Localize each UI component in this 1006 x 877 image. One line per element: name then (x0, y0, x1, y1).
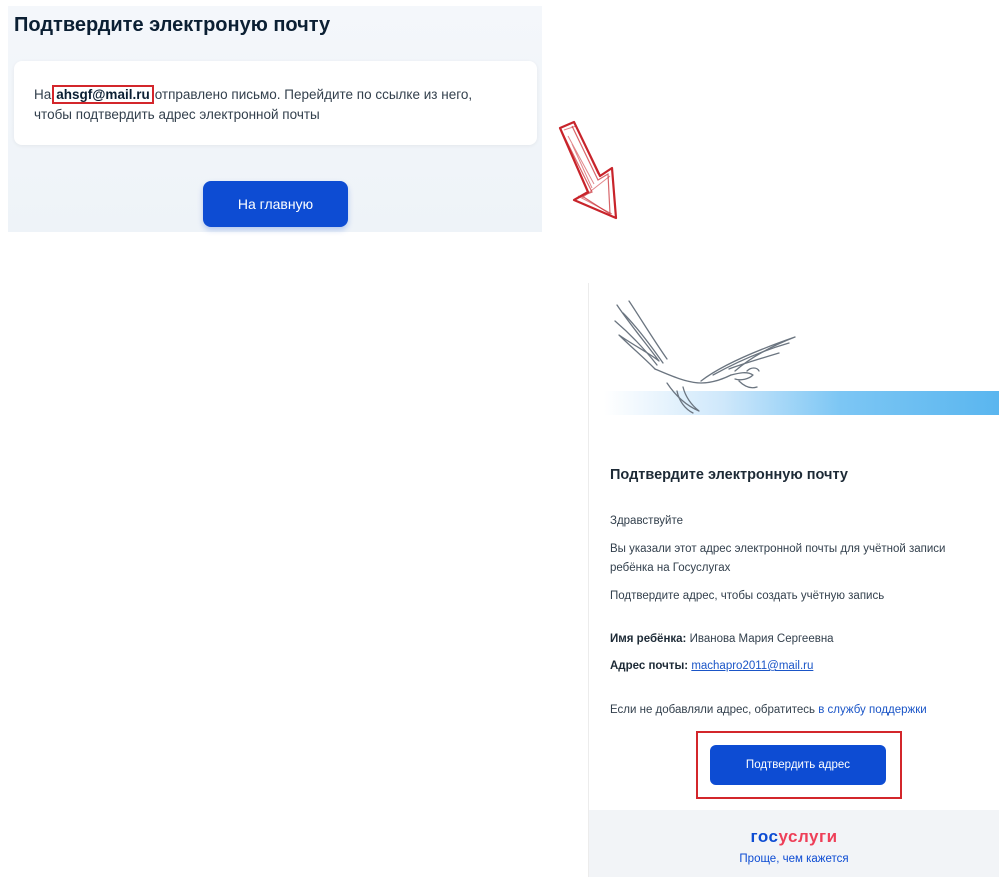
body-line-1: Вы указали этот адрес электронной почты … (610, 543, 946, 555)
confirm-page-screenshot: Подтвердите электроную почту На ahsgf@mai… (8, 6, 542, 232)
confirmation-message-card: На ahsgf@mail.ru отправлено письмо. Перейд… (14, 61, 537, 145)
message-prefix: На (34, 87, 52, 102)
child-name-label: Имя ребёнка: (610, 633, 687, 645)
email-screenshot: Подтвердите электронную почту Здравствуй… (588, 283, 999, 877)
message-line-2: чтобы подтвердить адрес электронной почт… (34, 107, 320, 122)
email-title: Подтвердите электронную почту (610, 467, 848, 483)
slogan-text: Проще, чем кажется (739, 853, 849, 865)
gosuslugi-logo: госуслуги (589, 827, 999, 847)
highlighted-email: ahsgf@mail.ru (52, 85, 154, 104)
email-address-label: Адрес почты: (610, 660, 689, 672)
red-arrow-icon (558, 120, 618, 220)
body-line-2: ребёнка на Госуслугах (610, 562, 731, 574)
dove-illustration (614, 300, 796, 414)
greeting-text: Здравствуйте (610, 515, 684, 527)
body-line-3: Подтвердите адрес, чтобы создать учётную… (610, 590, 885, 602)
support-link[interactable]: в службу поддержки (818, 704, 926, 716)
email-address-row: Адрес почты: machapro2011@mail.ru (610, 660, 813, 672)
logo-part-uslugi: услуги (778, 827, 838, 846)
message-line-1: На ahsgf@mail.ru отправлено письмо. Перейд… (34, 85, 472, 104)
confirm-address-button[interactable]: Подтвердить адрес (710, 745, 886, 785)
email-address-link[interactable]: machapro2011@mail.ru (691, 660, 813, 672)
home-button[interactable]: На главную (203, 181, 348, 227)
email-footer: госуслуги Проще, чем кажется (589, 810, 999, 877)
child-name-row: Имя ребёнка: Иванова Мария Сергеевна (610, 633, 834, 645)
logo-part-gos: гос (750, 827, 779, 846)
message-suffix: отправлено письмо. Перейдите по ссылке и… (154, 87, 473, 102)
support-text: Если не добавляли адрес, обратитесь (610, 704, 816, 716)
page-title: Подтвердите электроную почту (14, 14, 331, 36)
dove-header (589, 283, 999, 423)
child-name-value: Иванова Мария Сергеевна (689, 633, 834, 645)
support-row: Если не добавляли адрес, обратитесь в сл… (610, 704, 927, 716)
